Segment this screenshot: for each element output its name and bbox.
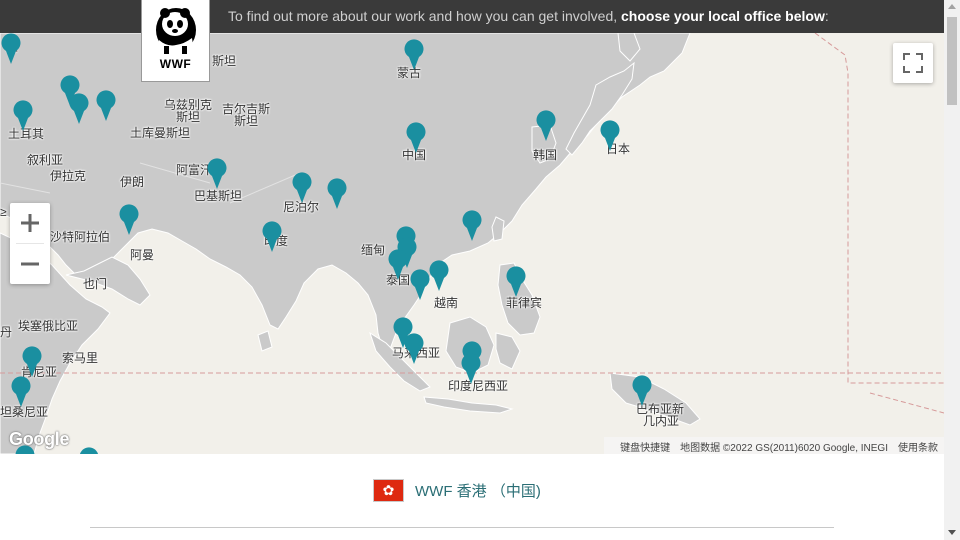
map-marker-icon[interactable] — [0, 33, 22, 65]
map-marker-icon[interactable] — [535, 110, 557, 142]
keyboard-shortcuts-link[interactable]: 键盘快捷键 — [620, 443, 670, 454]
map-marker-icon[interactable] — [291, 172, 313, 204]
label-saudi: 沙特阿拉伯 — [50, 230, 111, 244]
label-uzbekistan-2: 斯坦 — [176, 110, 201, 124]
map-marker-icon[interactable] — [78, 447, 100, 454]
label-vietnam: 越南 — [434, 296, 459, 310]
map-marker-icon[interactable] — [405, 122, 427, 154]
minus-icon — [21, 262, 39, 266]
panda-icon — [156, 8, 196, 54]
label-syria: 叙利亚 — [27, 153, 64, 167]
label-iraq: 伊拉克 — [50, 169, 87, 183]
map-marker-icon[interactable] — [387, 249, 409, 281]
zoom-control — [10, 203, 50, 284]
label-iran: 伊朗 — [120, 175, 145, 189]
label-myanmar: 缅甸 — [361, 243, 386, 257]
label-edge-2: 丹 — [0, 325, 13, 339]
intro-end: : — [824, 8, 829, 24]
map-marker-icon[interactable] — [428, 260, 450, 292]
map-marker-icon[interactable] — [206, 158, 228, 190]
map-marker-icon[interactable] — [460, 353, 482, 385]
plus-icon — [21, 214, 39, 232]
map-marker-icon[interactable] — [21, 346, 43, 378]
map-marker-icon[interactable] — [10, 376, 32, 408]
map-marker-icon[interactable] — [461, 210, 483, 242]
zoom-in-button[interactable] — [10, 203, 50, 243]
map-data-text: 地图数据 ©2022 GS(2011)6020 Google, INEGI — [680, 443, 888, 454]
map-marker-icon[interactable] — [403, 333, 425, 365]
label-oman: 阿曼 — [130, 248, 155, 262]
page: To find out more about our work and how … — [0, 0, 960, 540]
map-marker-icon[interactable] — [261, 221, 283, 253]
wwf-logo[interactable]: WWF — [141, 0, 210, 82]
hong-kong-flag-icon: ✿ — [373, 478, 404, 502]
scroll-up-icon[interactable] — [948, 4, 956, 9]
scrollbar[interactable] — [944, 0, 960, 540]
fullscreen-button[interactable] — [893, 43, 933, 83]
map-marker-icon[interactable] — [12, 100, 34, 132]
map-marker-icon[interactable] — [409, 269, 431, 301]
fullscreen-icon — [903, 53, 923, 73]
logo-text: WWF — [159, 57, 192, 71]
label-edge-3: ≥ — [0, 205, 7, 219]
intro-bold: choose your local office below — [621, 8, 825, 24]
map-marker-icon[interactable] — [403, 39, 425, 71]
terms-link[interactable]: 使用条款 — [898, 443, 938, 454]
google-logo: Google — [9, 429, 70, 449]
label-png-2: 几内亚 — [643, 414, 680, 428]
label-ethiopia: 埃塞俄比亚 — [18, 319, 79, 333]
map-marker-icon[interactable] — [95, 90, 117, 122]
map-marker-icon[interactable] — [68, 93, 90, 125]
label-korea: 韩国 — [533, 148, 558, 162]
office-name-link[interactable]: WWF 香港 （中国) — [415, 480, 541, 501]
scroll-thumb[interactable] — [947, 17, 957, 105]
map-marker-icon[interactable] — [599, 120, 621, 152]
map-attribution: 键盘快捷键 地图数据 ©2022 GS(2011)6020 Google, INE… — [604, 437, 944, 454]
label-yemen: 也门 — [83, 277, 108, 291]
office-entry[interactable]: ✿ WWF 香港 （中国) — [373, 478, 541, 502]
scroll-down-icon[interactable] — [948, 530, 956, 535]
map-marker-icon[interactable] — [505, 266, 527, 298]
label-turkmenistan: 土库曼斯坦 — [130, 126, 191, 140]
intro-text: To find out more about our work and how … — [228, 8, 622, 24]
map-view[interactable]: 蒙古 中国 韩国 日本 土耳其 叙利亚 伊拉克 伊朗 沙特阿拉伯 阿曼 也门 埃… — [0, 33, 944, 454]
label-kazakhstan: 斯坦 — [212, 54, 237, 68]
divider — [90, 527, 834, 528]
zoom-out-button[interactable] — [10, 244, 50, 284]
map-marker-icon[interactable] — [118, 204, 140, 236]
label-kyrgyz-2: 斯坦 — [234, 114, 259, 128]
map-marker-icon[interactable] — [326, 178, 348, 210]
label-somalia: 索马里 — [62, 351, 99, 365]
map-marker-icon[interactable] — [631, 375, 653, 407]
